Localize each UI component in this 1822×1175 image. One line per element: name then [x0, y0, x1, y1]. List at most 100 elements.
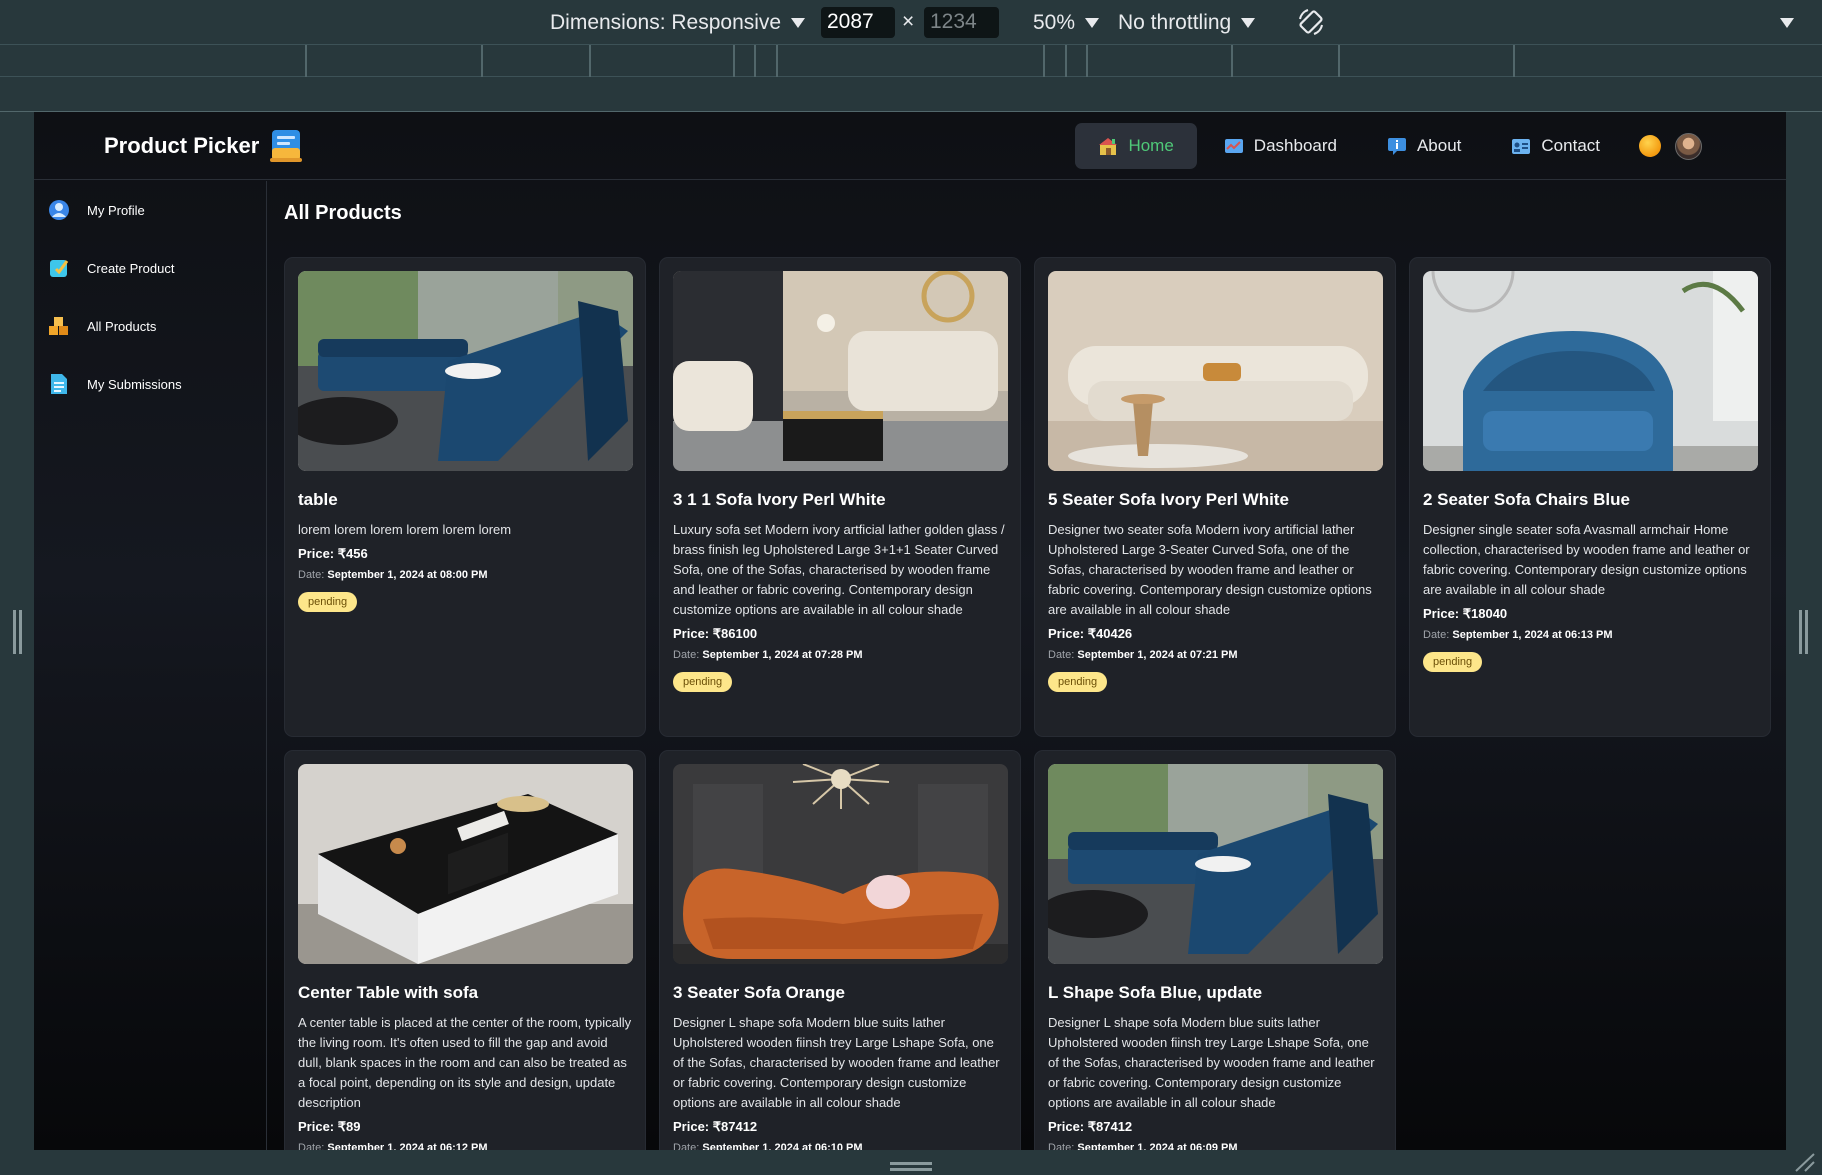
height-input[interactable]: 1234 [924, 7, 999, 38]
device-toolbar: Dimensions: Responsive 2087 × 1234 50% N… [0, 0, 1822, 45]
dashboard-icon [1224, 139, 1243, 153]
product-date: Date: September 1, 2024 at 08:00 PM [298, 569, 632, 581]
corner-resize-icon[interactable] [1792, 1152, 1816, 1172]
sidebar-item-label: My Profile [87, 202, 145, 218]
nav-about-label: About [1416, 136, 1462, 155]
product-description: Luxury sofa set Modern ivory artficial l… [673, 522, 1005, 617]
products-icon [49, 317, 68, 335]
product-title: 5 Seater Sofa Ivory Perl White [1048, 490, 1289, 509]
navbar: Product Picker Home Dashboard About Cont… [34, 112, 1786, 180]
product-image [298, 764, 633, 964]
sidebar-item-my-profile[interactable]: My Profile [34, 181, 266, 239]
nav-home[interactable]: Home [1075, 123, 1197, 169]
product-description: lorem lorem lorem lorem lorem lorem [298, 522, 512, 537]
product-description: Designer two seater sofa Modern ivory ar… [1048, 522, 1372, 617]
sidebar: My Profile Create Product All Products M… [34, 181, 267, 1150]
device-ruler [0, 78, 1822, 112]
product-description: A center table is placed at the center o… [298, 1015, 632, 1110]
product-date: Date: September 1, 2024 at 06:09 PM [1048, 1142, 1382, 1150]
date-value: September 1, 2024 at 06:12 PM [327, 1142, 488, 1150]
product-card[interactable]: 5 Seater Sofa Ivory Perl White Designer … [1034, 257, 1396, 737]
sidebar-item-label: All Products [87, 318, 157, 334]
product-price: Price: ₹87412 [1048, 1119, 1133, 1134]
nav-dashboard-label: Dashboard [1253, 136, 1337, 155]
rotate-icon[interactable] [1296, 7, 1326, 37]
product-title: 2 Seater Sofa Chairs Blue [1423, 490, 1630, 509]
product-price: Price: ₹18040 [1423, 606, 1508, 621]
chevron-down-icon [791, 17, 806, 28]
product-image [673, 764, 1008, 964]
product-price: Price: ₹40426 [1048, 626, 1133, 641]
status-badge: pending [673, 672, 733, 692]
product-date: Date: September 1, 2024 at 06:12 PM [298, 1142, 632, 1150]
date-label: Date: [298, 569, 325, 581]
product-title: Center Table with sofa [298, 983, 479, 1002]
user-avatar[interactable] [1675, 132, 1702, 160]
product-card[interactable]: L Shape Sofa Blue, update Designer L sha… [1034, 750, 1396, 1150]
date-label: Date: [1048, 1142, 1075, 1150]
nav-about[interactable]: About [1364, 123, 1484, 169]
theme-toggle-icon[interactable] [1639, 135, 1661, 157]
create-icon [50, 260, 69, 277]
width-input[interactable]: 2087 [821, 7, 895, 38]
throttling-label: No throttling [1118, 10, 1232, 34]
submissions-icon [51, 374, 67, 394]
product-price: Price: ₹456 [298, 546, 368, 561]
nav-dashboard[interactable]: Dashboard [1201, 123, 1360, 169]
profile-icon [49, 200, 69, 220]
media-query-ruler [0, 45, 1822, 77]
sidebar-item-label: My Submissions [87, 376, 182, 392]
left-resize-handle[interactable] [13, 610, 22, 654]
product-date: Date: September 1, 2024 at 06:10 PM [673, 1142, 1007, 1150]
date-value: September 1, 2024 at 07:21 PM [1077, 649, 1238, 661]
dimension-separator: × [902, 10, 915, 33]
product-card[interactable]: 3 Seater Sofa Orange Designer L shape so… [659, 750, 1021, 1150]
contact-icon [1512, 139, 1531, 154]
product-date: Date: September 1, 2024 at 06:13 PM [1423, 629, 1757, 641]
home-icon [1099, 138, 1118, 155]
dimensions-dropdown[interactable]: Dimensions: Responsive [550, 0, 806, 45]
product-title: 3 Seater Sofa Orange [673, 983, 845, 1002]
product-image [1048, 764, 1383, 964]
date-label: Date: [673, 649, 700, 661]
date-label: Date: [1048, 649, 1075, 661]
page-title: All Products [284, 202, 402, 224]
product-price: Price: ₹87412 [673, 1119, 758, 1134]
zoom-dropdown[interactable]: 50% [1033, 0, 1100, 45]
date-value: September 1, 2024 at 06:09 PM [1077, 1142, 1238, 1150]
date-label: Date: [673, 1142, 700, 1150]
status-badge: pending [298, 592, 358, 612]
nav-contact[interactable]: Contact [1488, 123, 1623, 169]
product-description: Designer L shape sofa Modern blue suits … [1048, 1015, 1375, 1110]
date-value: September 1, 2024 at 06:10 PM [702, 1142, 863, 1150]
main-content: All Products table lorem lorem lorem lor… [284, 181, 1784, 1150]
product-card[interactable]: 2 Seater Sofa Chairs Blue Designer singl… [1409, 257, 1771, 737]
product-price: Price: ₹86100 [673, 626, 758, 641]
sidebar-item-all-products[interactable]: All Products [34, 297, 266, 355]
sidebar-item-my-submissions[interactable]: My Submissions [34, 355, 266, 413]
product-image [1048, 271, 1383, 471]
page-viewport: Product Picker Home Dashboard About Cont… [34, 112, 1786, 1150]
nav-links: Home Dashboard About Contact [1075, 123, 1702, 169]
status-badge: pending [1048, 672, 1108, 692]
product-card[interactable]: 3 1 1 Sofa Ivory Perl White Luxury sofa … [659, 257, 1021, 737]
throttling-dropdown[interactable]: No throttling [1118, 0, 1256, 45]
product-date: Date: September 1, 2024 at 07:28 PM [673, 649, 1007, 661]
product-image [673, 271, 1008, 471]
right-resize-handle[interactable] [1799, 610, 1808, 654]
date-value: September 1, 2024 at 07:28 PM [702, 649, 863, 661]
nav-contact-label: Contact [1541, 136, 1600, 155]
zoom-label: 50% [1033, 10, 1076, 34]
sidebar-item-create-product[interactable]: Create Product [34, 239, 266, 297]
date-value: September 1, 2024 at 08:00 PM [327, 569, 488, 581]
more-options-icon[interactable] [1780, 18, 1794, 28]
product-card[interactable]: table lorem lorem lorem lorem lorem lore… [284, 257, 646, 737]
product-date: Date: September 1, 2024 at 07:21 PM [1048, 649, 1382, 661]
nav-home-label: Home [1128, 136, 1174, 155]
date-value: September 1, 2024 at 06:13 PM [1452, 629, 1613, 641]
product-image [298, 271, 633, 471]
bottom-resize-handle[interactable] [890, 1162, 932, 1171]
product-card[interactable]: Center Table with sofa A center table is… [284, 750, 646, 1150]
product-image [1423, 271, 1758, 471]
brand[interactable]: Product Picker [104, 128, 303, 164]
